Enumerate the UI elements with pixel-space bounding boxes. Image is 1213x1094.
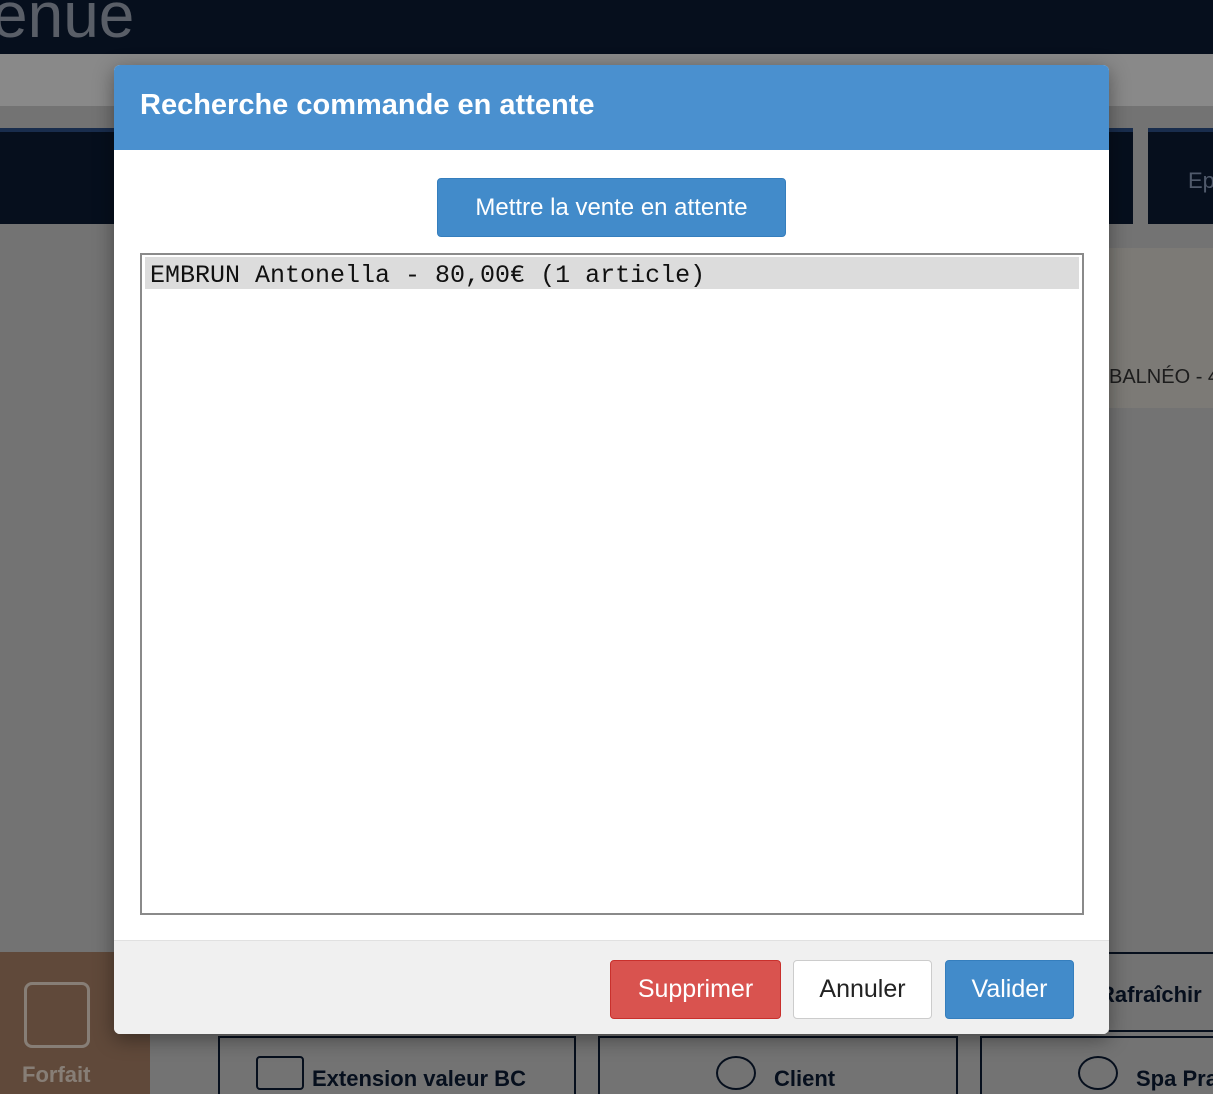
pending-orders-list[interactable]: EMBRUN Antonella - 80,00€ (1 article)	[140, 253, 1084, 915]
dialog-body: Mettre la vente en attente EMBRUN Antone…	[114, 150, 1109, 940]
dialog-header: Recherche commande en attente	[114, 65, 1109, 150]
delete-button[interactable]: Supprimer	[610, 960, 781, 1019]
put-sale-on-hold-button[interactable]: Mettre la vente en attente	[437, 178, 786, 237]
list-item[interactable]: EMBRUN Antonella - 80,00€ (1 article)	[145, 257, 1079, 290]
pending-order-dialog: Recherche commande en attente Mettre la …	[114, 65, 1109, 1034]
dialog-title: Recherche commande en attente	[140, 89, 595, 121]
dialog-footer: Supprimer Annuler Valider	[114, 940, 1109, 1034]
validate-button[interactable]: Valider	[945, 960, 1074, 1019]
cancel-button[interactable]: Annuler	[793, 960, 932, 1019]
